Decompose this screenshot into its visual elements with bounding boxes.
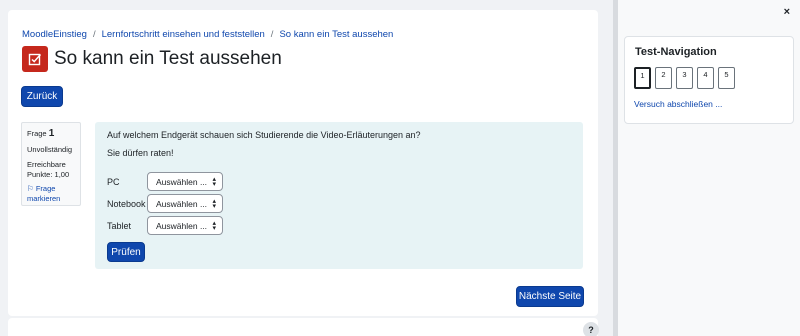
match-row-pc: PC Auswählen ... ▴ ▾ bbox=[107, 172, 223, 191]
flag-question-link[interactable]: ⚐ Frage markieren bbox=[27, 184, 75, 204]
question-content: Auf welchem Endgerät schauen sich Studie… bbox=[95, 122, 583, 269]
quiz-navigation-block: Test-Navigation 1 2 3 4 5 Versuch abschl… bbox=[624, 36, 794, 124]
breadcrumb-item-section[interactable]: Lernfortschritt einsehen und feststellen bbox=[102, 29, 265, 40]
quiz-checkbox-icon bbox=[22, 46, 48, 72]
finish-attempt-link[interactable]: Versuch abschließen ... bbox=[634, 99, 722, 109]
question-button-5[interactable]: 5 bbox=[718, 67, 735, 89]
answer-select-tablet[interactable]: Auswählen ... ▴ ▾ bbox=[147, 216, 223, 235]
breadcrumb-separator: / bbox=[270, 29, 274, 40]
page-title: So kann ein Test aussehen bbox=[54, 48, 282, 69]
question-button-4[interactable]: 4 bbox=[697, 67, 714, 89]
question-marks: Erreichbare Punkte: 1,00 bbox=[27, 159, 70, 179]
back-button[interactable]: Zurück bbox=[21, 86, 63, 107]
select-arrows-icon: ▴ ▾ bbox=[212, 220, 216, 232]
quiz-navigation-drawer: × Test-Navigation 1 2 3 4 5 Versuch absc… bbox=[618, 0, 800, 336]
next-page-button[interactable]: Nächste Seite bbox=[516, 286, 584, 307]
breadcrumb-item-current[interactable]: So kann ein Test aussehen bbox=[279, 29, 393, 40]
question-hint: Sie dürfen raten! bbox=[107, 148, 174, 158]
content-card-footer bbox=[8, 318, 598, 336]
match-row-label: PC bbox=[107, 176, 120, 187]
match-row-tablet: Tablet Auswählen ... ▴ ▾ bbox=[107, 216, 223, 235]
question-button-3[interactable]: 3 bbox=[676, 67, 693, 89]
answer-select-pc[interactable]: Auswählen ... ▴ ▾ bbox=[147, 172, 223, 191]
match-row-label: Tablet bbox=[107, 220, 132, 231]
select-arrows-icon: ▴ ▾ bbox=[212, 176, 216, 188]
question-buttons: 1 2 3 4 5 bbox=[634, 67, 735, 89]
question-text: Auf welchem Endgerät schauen sich Studie… bbox=[107, 130, 421, 140]
quiz-navigation-title: Test-Navigation bbox=[635, 46, 717, 58]
answer-select-notebook[interactable]: Auswählen ... ▴ ▾ bbox=[147, 194, 223, 213]
breadcrumb-separator: / bbox=[92, 29, 96, 40]
breadcrumb: MoodleEinstieg / Lernfortschritt einsehen … bbox=[22, 29, 393, 40]
flag-icon: ⚐ bbox=[27, 184, 34, 194]
match-row-label: Notebook bbox=[107, 198, 146, 209]
help-button[interactable]: ? bbox=[583, 322, 599, 336]
question-state: Unvollständig bbox=[27, 145, 73, 154]
check-button[interactable]: Prüfen bbox=[107, 242, 145, 262]
select-arrows-icon: ▴ ▾ bbox=[212, 198, 216, 210]
question-button-1[interactable]: 1 bbox=[634, 67, 651, 89]
close-icon[interactable]: × bbox=[784, 6, 790, 18]
match-row-notebook: Notebook Auswählen ... ▴ ▾ bbox=[107, 194, 223, 213]
question-button-2[interactable]: 2 bbox=[655, 67, 672, 89]
question-info-panel: Frage 1 Unvollständig Erreichbare Punkte… bbox=[21, 122, 81, 206]
breadcrumb-item-course[interactable]: MoodleEinstieg bbox=[22, 29, 87, 40]
question-number: Frage 1 bbox=[27, 128, 55, 139]
